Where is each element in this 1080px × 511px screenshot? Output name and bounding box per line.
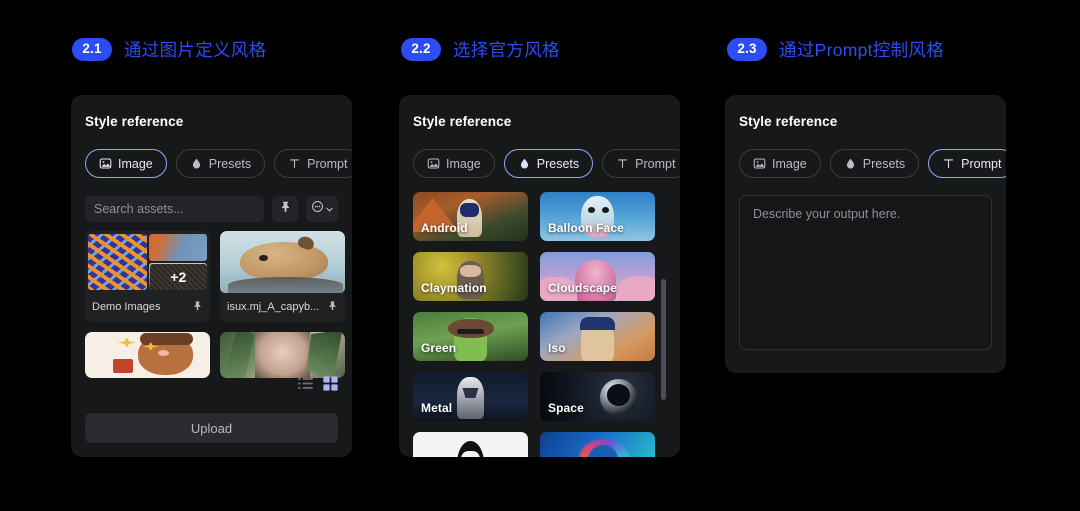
tab-prompt-label: Prompt — [635, 156, 676, 171]
column-header-1: 2.1 通过图片定义风格 — [72, 36, 266, 62]
more-options-button[interactable] — [306, 196, 338, 222]
asset-card-bear[interactable] — [85, 332, 210, 378]
tab-presets-label: Presets — [536, 156, 580, 171]
asset-name: Demo Images — [92, 301, 161, 313]
pin-icon-button[interactable] — [272, 196, 299, 222]
chevron-down-icon — [326, 200, 333, 218]
panel-title-2: Style reference — [413, 114, 512, 129]
preset-label: Android — [421, 221, 468, 235]
tab-presets[interactable]: Presets — [503, 149, 594, 178]
column-title-1: 通过图片定义风格 — [124, 39, 267, 60]
tab-image[interactable]: Image — [85, 149, 167, 178]
panel-title-3: Style reference — [739, 114, 838, 129]
preset-tile[interactable]: Space — [540, 372, 655, 421]
preset-tile[interactable] — [540, 432, 655, 457]
list-view-icon[interactable] — [298, 377, 313, 390]
asset-card-capybara[interactable]: isux.mj_A_capyb... — [220, 231, 345, 322]
text-icon — [942, 157, 955, 170]
asset-grid: +2 Demo Images isux.mj_A_capyb... — [85, 231, 345, 378]
preset-label: Space — [548, 401, 584, 415]
asset-thumbnail-collage: +2 — [85, 231, 210, 293]
presets-grid: Android Balloon Face Claymation Cloudsca… — [413, 192, 655, 457]
style-reference-tabs-2: Image Presets Prompt — [413, 149, 680, 178]
image-icon — [427, 157, 440, 170]
panel-title-1: Style reference — [85, 114, 184, 129]
asset-thumbnail-capybara — [220, 231, 345, 293]
asset-thumbnail-anime — [220, 332, 345, 378]
presets-area: Android Balloon Face Claymation Cloudsca… — [413, 192, 666, 457]
preset-label: Iso — [548, 341, 566, 355]
text-icon — [616, 157, 629, 170]
tab-presets[interactable]: Presets — [175, 149, 266, 178]
asset-thumbnail-bear — [85, 332, 210, 378]
image-icon — [753, 157, 766, 170]
asset-footer: Demo Images — [85, 293, 210, 322]
column-header-2: 2.2 选择官方风格 — [401, 36, 560, 62]
droplet-icon — [844, 157, 857, 170]
presets-scrollbar[interactable] — [661, 279, 666, 400]
pin-icon[interactable] — [327, 298, 338, 316]
preset-tile[interactable]: Green — [413, 312, 528, 361]
tab-presets-label: Presets — [208, 156, 252, 171]
prompt-textarea[interactable] — [739, 195, 992, 350]
tab-prompt-label: Prompt — [307, 156, 348, 171]
preset-tile[interactable]: Balloon Face — [540, 192, 655, 241]
step-badge-2-1: 2.1 — [72, 37, 112, 61]
preset-tile[interactable]: Metal — [413, 372, 528, 421]
step-badge-2-2: 2.2 — [401, 37, 441, 61]
search-input[interactable] — [85, 196, 264, 222]
upload-button[interactable]: Upload — [85, 413, 338, 443]
droplet-icon — [518, 157, 531, 170]
style-reference-tabs-3: Image Presets Prompt — [739, 149, 1006, 178]
preset-tile[interactable]: Cloudscape — [540, 252, 655, 301]
tab-prompt[interactable]: Prompt — [928, 149, 1006, 178]
step-badge-2-3: 2.3 — [727, 37, 767, 61]
preset-tile[interactable]: Iso — [540, 312, 655, 361]
asset-card-folder[interactable]: +2 Demo Images — [85, 231, 210, 322]
droplet-icon — [190, 157, 203, 170]
text-icon — [288, 157, 301, 170]
tab-image-label: Image — [446, 156, 481, 171]
tab-presets-label: Presets — [862, 156, 906, 171]
preset-tile[interactable] — [413, 432, 528, 457]
asset-footer: isux.mj_A_capyb... — [220, 293, 345, 322]
tab-image-label: Image — [772, 156, 807, 171]
asset-name: isux.mj_A_capyb... — [227, 301, 320, 313]
tab-image[interactable]: Image — [739, 149, 821, 178]
image-icon — [99, 157, 112, 170]
grid-view-icon[interactable] — [323, 376, 338, 391]
tab-prompt[interactable]: Prompt — [274, 149, 352, 178]
upload-label: Upload — [190, 420, 233, 436]
tab-image[interactable]: Image — [413, 149, 495, 178]
preset-label: Green — [421, 341, 457, 355]
column-header-3: 2.3 通过Prompt控制风格 — [727, 36, 944, 62]
preset-tile[interactable]: Android — [413, 192, 528, 241]
tab-prompt[interactable]: Prompt — [602, 149, 680, 178]
panel-style-reference-prompt: Style reference Image Presets Prompt — [725, 95, 1006, 373]
asset-overlay-count: +2 — [149, 264, 207, 290]
preset-label: Balloon Face — [548, 221, 624, 235]
pin-icon — [279, 200, 292, 218]
tab-presets[interactable]: Presets — [829, 149, 920, 178]
view-toggle — [218, 376, 338, 391]
preset-tile[interactable]: Claymation — [413, 252, 528, 301]
column-title-3: 通过Prompt控制风格 — [779, 39, 945, 60]
pin-icon[interactable] — [192, 298, 203, 316]
screenshot-root: 2.1 通过图片定义风格 Style reference Image Prese… — [0, 0, 1080, 511]
tab-image-label: Image — [118, 156, 153, 171]
preset-label: Claymation — [421, 281, 487, 295]
more-circle-icon — [311, 200, 324, 218]
column-title-2: 选择官方风格 — [453, 39, 560, 60]
panel-style-reference-presets: Style reference Image Presets Prompt And… — [399, 95, 680, 457]
style-reference-tabs-1: Image Presets Prompt — [85, 149, 352, 178]
preset-label: Cloudscape — [548, 281, 618, 295]
search-row — [85, 196, 338, 222]
tab-prompt-label: Prompt — [961, 156, 1002, 171]
panel-style-reference-image: Style reference Image Presets Prompt Sea… — [71, 95, 352, 457]
preset-label: Metal — [421, 401, 453, 415]
asset-card-anime[interactable] — [220, 332, 345, 378]
